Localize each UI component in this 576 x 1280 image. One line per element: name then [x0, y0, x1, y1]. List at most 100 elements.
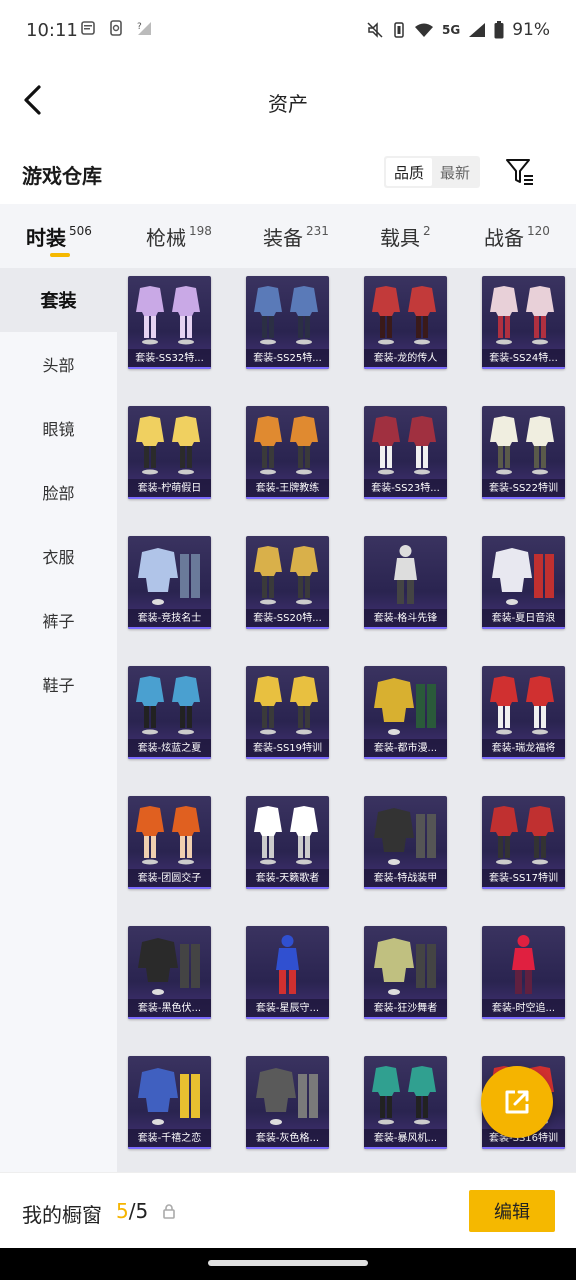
outfit-figure-icon	[394, 545, 417, 604]
sidebar-item-pants[interactable]: 裤子	[0, 588, 117, 652]
outfit-card[interactable]: 套装-SS20特...	[246, 536, 329, 629]
tab-equipment[interactable]: 装备 231	[263, 222, 329, 251]
outfit-pair-icon	[372, 286, 436, 345]
tab-count: 231	[306, 224, 329, 238]
edit-button[interactable]: 编辑	[469, 1190, 555, 1232]
outfit-figure-icon	[276, 935, 299, 994]
rarity-bar	[128, 1017, 211, 1019]
outfit-pair-icon	[490, 286, 554, 345]
status-bar: 10:11 ? 5G 91%	[0, 0, 576, 62]
tab-label: 装备	[263, 226, 303, 250]
tab-count: 506	[69, 224, 92, 238]
sort-option-latest[interactable]: 最新	[432, 158, 478, 186]
outfit-card[interactable]: 套装-SS25特...	[246, 276, 329, 369]
rarity-bar	[128, 887, 211, 889]
sidebar-item-glasses[interactable]: 眼镜	[0, 396, 117, 460]
warehouse-title: 游戏仓库	[22, 164, 102, 188]
showcase-bar: 我的橱窗 5/5 编辑	[0, 1172, 576, 1248]
sort-toggle: 品质 最新	[384, 156, 480, 188]
phone-icon	[110, 20, 122, 36]
tab-vehicles[interactable]: 载具 2	[380, 222, 431, 251]
svg-text:?: ?	[137, 22, 142, 32]
wifi-icon	[415, 23, 433, 37]
outfit-card[interactable]: 套装-星辰守...	[246, 926, 329, 1019]
outfit-card-label: 套装-团圆交子	[128, 869, 211, 889]
rarity-bar	[482, 497, 565, 499]
outfit-card[interactable]: 套装-黑色伏...	[128, 926, 211, 1019]
outfit-card[interactable]: 套装-暴风机...	[364, 1056, 447, 1149]
outfit-pair-icon	[372, 1066, 436, 1125]
rarity-bar	[128, 1147, 211, 1149]
outfit-card[interactable]: 套装-天籁歌者	[246, 796, 329, 889]
tab-supplies[interactable]: 战备 120	[484, 222, 550, 251]
outfit-card-label: 套装-瑞龙福将	[482, 739, 565, 759]
outfit-card-label: 套装-SS25特...	[246, 349, 329, 369]
outfit-card[interactable]: 套装-SS19特训	[246, 666, 329, 759]
rarity-bar	[246, 887, 329, 889]
outfit-card[interactable]: 套装-竞技名士	[128, 536, 211, 629]
rarity-bar	[364, 367, 447, 369]
outfit-card[interactable]: 套装-SS32特...	[128, 276, 211, 369]
sub-category-sidebar: 套装 头部 眼镜 脸部 衣服 裤子 鞋子	[0, 268, 117, 1172]
outfit-card-label: 套装-星辰守...	[246, 999, 329, 1019]
outfit-card[interactable]: 套装-炫蓝之夏	[128, 666, 211, 759]
signal-icon: ?	[137, 22, 151, 35]
outfit-card[interactable]: 套装-格斗先锋	[364, 536, 447, 629]
outfit-card-label: 套装-竞技名士	[128, 609, 211, 629]
battery-percent: 91%	[512, 20, 550, 40]
outfit-pair-icon	[136, 676, 200, 735]
rarity-bar	[246, 497, 329, 499]
outfit-card[interactable]: 套装-SS22特训	[482, 406, 565, 499]
outfit-card[interactable]: 套装-灰色格...	[246, 1056, 329, 1149]
outfit-pair-icon	[136, 806, 200, 865]
sidebar-item-outfits[interactable]: 套装	[0, 268, 117, 332]
sidebar-item-head[interactable]: 头部	[0, 332, 117, 396]
outfit-card-label: 套装-狂沙舞者	[364, 999, 447, 1019]
rarity-bar	[482, 1147, 565, 1149]
outfit-card[interactable]: 套装-夏日音浪	[482, 536, 565, 629]
outfit-card[interactable]: 套装-千禧之恋	[128, 1056, 211, 1149]
outfit-card[interactable]: 套装-都市漫...	[364, 666, 447, 759]
outfit-pieces-icon	[138, 938, 200, 995]
rarity-bar	[246, 757, 329, 759]
item-grid: 套装-SS32特... 套装-SS25特... 套装-龙的传人 套装-SS24特...…	[128, 276, 565, 1149]
system-nav-bar	[0, 1248, 576, 1280]
status-time: 10:11	[26, 20, 78, 41]
sidebar-item-shoes[interactable]: 鞋子	[0, 652, 117, 716]
outfit-card[interactable]: 套装-狂沙舞者	[364, 926, 447, 1019]
tab-firearms[interactable]: 枪械 198	[146, 222, 212, 251]
showcase-count: 5/5	[116, 1199, 148, 1223]
vibrate-icon	[394, 22, 404, 38]
outfit-card[interactable]: 套装-王牌教练	[246, 406, 329, 499]
outfit-card[interactable]: 套装-团圆交子	[128, 796, 211, 889]
lock-icon	[163, 1204, 175, 1219]
outfit-card[interactable]: 套装-SS23特...	[364, 406, 447, 499]
rarity-bar	[482, 367, 565, 369]
filter-button[interactable]	[504, 156, 536, 188]
outfit-card[interactable]: 套装-SS24特...	[482, 276, 565, 369]
outfit-card[interactable]: 套装-SS17特训	[482, 796, 565, 889]
home-gesture-handle[interactable]	[208, 1260, 368, 1266]
rarity-bar	[482, 1017, 565, 1019]
outfit-card[interactable]: 套装-特战装甲	[364, 796, 447, 889]
sidebar-item-face[interactable]: 脸部	[0, 460, 117, 524]
tab-fashion[interactable]: 时装 506	[26, 222, 92, 251]
outfit-card[interactable]: 套装-龙的传人	[364, 276, 447, 369]
sort-option-quality[interactable]: 品质	[386, 158, 432, 186]
outfit-pair-icon	[254, 416, 318, 475]
battery-icon	[494, 21, 504, 39]
rarity-bar	[128, 627, 211, 629]
rarity-bar	[482, 887, 565, 889]
outfit-card-label: 套装-王牌教练	[246, 479, 329, 499]
outfit-pair-icon	[136, 416, 200, 475]
rarity-bar	[128, 497, 211, 499]
share-fab-button[interactable]	[481, 1066, 553, 1138]
notification-icon	[81, 21, 95, 35]
outfit-card[interactable]: 套装-时空追...	[482, 926, 565, 1019]
outfit-card[interactable]: 套装-瑞龙福将	[482, 666, 565, 759]
filter-icon	[506, 159, 533, 185]
rarity-bar	[364, 757, 447, 759]
rarity-bar	[364, 1017, 447, 1019]
sidebar-item-clothes[interactable]: 衣服	[0, 524, 117, 588]
outfit-card[interactable]: 套装-柠萌假日	[128, 406, 211, 499]
